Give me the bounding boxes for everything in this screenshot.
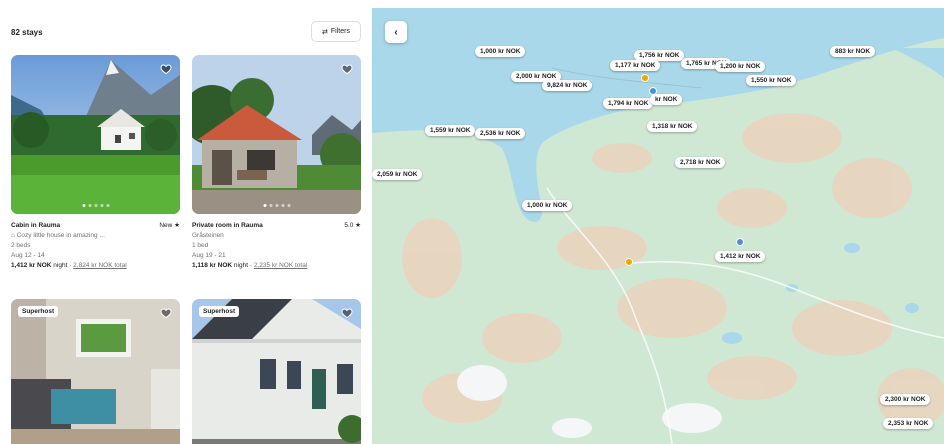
listing-dates: Aug 19 - 21 (192, 252, 226, 260)
price-pin[interactable]: 1,177 kr NOK (610, 60, 661, 71)
listing-title: Private room in Rauma (192, 222, 263, 229)
price-pin[interactable]: 2,300 kr NOK (880, 394, 931, 405)
price-unit: night (233, 262, 249, 270)
price-pin[interactable]: 1,550 kr NOK (746, 75, 797, 86)
listings-panel: 82 stays ⇄ Filters Cabin in Rauma New ★ … (0, 0, 372, 444)
heart-icon[interactable] (341, 63, 353, 75)
filters-label: Filters (330, 28, 350, 35)
listing-card[interactable]: Private room in Rauma 5.0 ★ Gråsteinen 1… (192, 55, 361, 271)
listing-card[interactable]: Cabin in Rauma New ★ ⌂ Cozy little house… (11, 55, 180, 271)
listing-rating: New ★ (159, 222, 180, 229)
listing-photo[interactable]: Superhost (192, 299, 361, 444)
price-pin[interactable]: 1,000 kr NOK (475, 46, 526, 57)
price-pin[interactable]: 1,412 kr NOK (715, 251, 766, 262)
stays-count: 82 stays (11, 28, 43, 37)
listing-total[interactable]: 2,824 kr NOK total (73, 262, 126, 269)
price-pin[interactable]: 2,718 kr NOK (675, 157, 726, 168)
collapse-map-button[interactable]: ‹ (385, 21, 407, 43)
map-marker[interactable] (641, 74, 649, 82)
listing-photo[interactable] (11, 55, 180, 214)
listing-card[interactable]: Superhost (192, 299, 361, 444)
filters-button[interactable]: ⇄ Filters (311, 21, 361, 42)
superhost-badge: Superhost (199, 306, 240, 317)
price-pin[interactable]: 1,559 kr NOK (425, 125, 476, 136)
price-pin[interactable]: 2,536 kr NOK (475, 128, 526, 139)
sliders-icon: ⇄ (322, 28, 328, 36)
chevron-left-icon: ‹ (394, 26, 398, 38)
price-pin[interactable]: 2,353 kr NOK (883, 418, 934, 429)
listing-card[interactable]: Superhost (11, 299, 180, 444)
price-pin[interactable]: 1,200 kr NOK (715, 61, 766, 72)
listing-dates: Aug 12 - 14 (11, 252, 45, 260)
price-pin[interactable]: 2,059 kr NOK (372, 169, 423, 180)
carousel-dots[interactable] (82, 204, 109, 207)
listing-beds: 1 bed (192, 242, 209, 250)
price-pin[interactable]: 1,794 kr NOK (603, 98, 654, 109)
listing-total[interactable]: 2,235 kr NOK total (254, 262, 307, 269)
price-pin[interactable]: 1,000 kr NOK (522, 200, 573, 211)
map-marker[interactable] (625, 258, 633, 266)
map-marker[interactable] (736, 238, 744, 246)
listing-description: Gråsteinen (192, 232, 224, 240)
listing-photo[interactable]: Superhost (11, 299, 180, 444)
listing-photo[interactable] (192, 55, 361, 214)
listing-description: Cozy little house in amazing ... (16, 232, 105, 240)
map[interactable]: ‹ 1,000 kr NOK 2,000 kr NOK 9,824 kr NOK… (372, 8, 944, 444)
heart-icon[interactable] (341, 307, 353, 319)
price-pin[interactable]: 9,824 kr NOK (542, 80, 593, 91)
price-pin[interactable]: 883 kr NOK (830, 46, 876, 57)
heart-icon[interactable] (160, 307, 172, 319)
price-unit: night (53, 262, 68, 270)
listing-rating: 5.0 ★ (344, 222, 361, 229)
listing-price: 1,118 kr NOK (192, 262, 233, 270)
listing-title: Cabin in Rauma (11, 222, 61, 229)
price-pin[interactable]: 1,318 kr NOK (647, 121, 698, 132)
carousel-dots[interactable] (263, 204, 290, 207)
heart-icon[interactable] (160, 63, 172, 75)
listing-beds: 2 beds (11, 242, 31, 250)
listing-price: 1,412 kr NOK (11, 262, 52, 270)
superhost-badge: Superhost (18, 306, 59, 317)
price-pin[interactable]: kr NOK (650, 94, 683, 105)
